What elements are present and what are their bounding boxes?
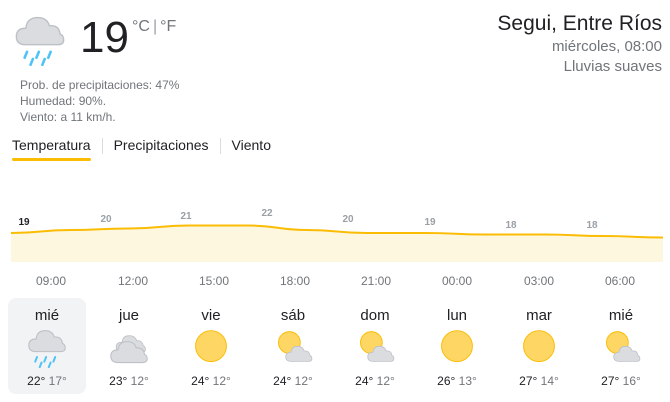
day-name: jue	[118, 307, 140, 324]
tab-temperatura[interactable]: Temperatura	[12, 137, 91, 161]
day-temps: 26° 13°	[418, 374, 496, 388]
temp-label: 21	[180, 211, 192, 222]
high-temp: 24°	[273, 374, 292, 388]
day-temps: 27° 16°	[582, 374, 660, 388]
temperature-chart: 19 20 21 22 20 19 18 18	[10, 208, 664, 262]
rain-cloud-icon	[15, 16, 65, 67]
temp-label: 18	[586, 220, 598, 231]
day-temps: 24° 12°	[336, 374, 414, 388]
partly-cloudy-icon	[606, 331, 641, 362]
celsius-button[interactable]: °C	[132, 18, 150, 35]
day-card[interactable]: mar 27° 14°	[500, 298, 578, 394]
temp-label: 18	[505, 220, 517, 231]
low-temp: 17°	[48, 374, 67, 388]
humidity-text: Humedad: 90%.	[20, 94, 107, 108]
temp-label: 19	[424, 217, 436, 228]
daily-forecast: mié 22° 17° jue 23° 12° vie 24° 12° sáb 24° 12°…	[8, 298, 664, 394]
high-temp: 23°	[109, 374, 128, 388]
low-temp: 12°	[294, 374, 313, 388]
day-name: vie	[201, 307, 221, 324]
high-temp: 26°	[437, 374, 456, 388]
high-temp: 27°	[601, 374, 620, 388]
day-card[interactable]: lun 26° 13°	[418, 298, 496, 394]
day-icon	[519, 328, 559, 368]
tab-viento[interactable]: Viento	[232, 137, 271, 161]
low-temp: 13°	[458, 374, 477, 388]
day-icon	[191, 328, 231, 368]
weather-details: Prob. de precipitaciones: 47% Humedad: 9…	[20, 77, 179, 125]
day-name: lun	[446, 307, 468, 324]
tab-divider	[219, 138, 221, 154]
partly-cloudy-icon	[278, 331, 313, 362]
day-name: sáb	[280, 307, 306, 324]
day-name: mié	[34, 307, 60, 324]
day-icon	[109, 328, 149, 368]
hour-label: 12:00	[117, 274, 149, 288]
cloudy-icon	[110, 335, 148, 364]
partly-cloudy-icon	[360, 331, 395, 362]
day-name: dom	[360, 307, 390, 324]
day-card[interactable]: mié 22° 17°	[8, 298, 86, 394]
unit-separator: |	[152, 18, 158, 35]
high-temp: 24°	[355, 374, 374, 388]
day-card[interactable]: vie 24° 12°	[172, 298, 250, 394]
day-temps: 24° 12°	[254, 374, 332, 388]
hour-label: 15:00	[198, 274, 230, 288]
sun-icon	[441, 330, 473, 363]
current-weather-icon	[14, 14, 70, 67]
day-card[interactable]: mié 27° 16°	[582, 298, 660, 394]
temp-label: 20	[342, 214, 354, 225]
day-temps: 23° 12°	[90, 374, 168, 388]
temp-label: 22	[261, 208, 273, 219]
hour-label: 06:00	[604, 274, 636, 288]
hour-label: 03:00	[523, 274, 555, 288]
high-temp: 24°	[191, 374, 210, 388]
day-icon	[355, 328, 395, 368]
hour-label: 21:00	[360, 274, 392, 288]
day-icon	[273, 328, 313, 368]
location-header: Segui, Entre Ríos miércoles, 08:00 Lluvi…	[497, 11, 662, 77]
high-temp: 27°	[519, 374, 538, 388]
wind-text: Viento: a 11 km/h.	[20, 110, 116, 124]
day-name: mié	[608, 307, 634, 324]
day-icon	[437, 328, 477, 368]
unit-toggle: °C | °F	[132, 18, 176, 36]
low-temp: 16°	[622, 374, 641, 388]
chart-tabs: Temperatura Precipitaciones Viento	[12, 137, 271, 161]
date-time: miércoles, 08:00	[551, 38, 662, 55]
hour-label: 18:00	[279, 274, 311, 288]
tab-precipitaciones[interactable]: Precipitaciones	[114, 137, 209, 161]
day-temps: 27° 14°	[500, 374, 578, 388]
day-icon	[27, 328, 67, 369]
current-temperature: 19	[80, 13, 129, 62]
fahrenheit-button[interactable]: °F	[160, 18, 176, 35]
high-temp: 22°	[27, 374, 46, 388]
low-temp: 12°	[376, 374, 395, 388]
low-temp: 12°	[212, 374, 231, 388]
sun-icon	[195, 330, 227, 363]
temp-label: 19	[18, 217, 30, 228]
low-temp: 14°	[540, 374, 559, 388]
location-name: Segui, Entre Ríos	[497, 12, 662, 35]
precipitation-text: Prob. de precipitaciones: 47%	[20, 78, 180, 92]
day-card[interactable]: jue 23° 12°	[90, 298, 168, 394]
rain-cloud-icon	[28, 330, 66, 369]
hourly-times: 09:00 12:00 15:00 18:00 21:00 00:00 03:00 06:00	[0, 274, 670, 290]
hour-label: 09:00	[35, 274, 67, 288]
day-card[interactable]: sáb 24° 12°	[254, 298, 332, 394]
day-name: mar	[526, 307, 552, 324]
hour-label: 00:00	[441, 274, 473, 288]
condition-text: Lluvias suaves	[563, 58, 662, 75]
temp-label: 20	[100, 214, 112, 225]
day-card[interactable]: dom 24° 12°	[336, 298, 414, 394]
low-temp: 12°	[130, 374, 149, 388]
sun-icon	[523, 330, 555, 363]
day-temps: 22° 17°	[8, 374, 86, 388]
day-temps: 24° 12°	[172, 374, 250, 388]
tab-divider	[101, 138, 103, 154]
day-icon	[601, 328, 641, 368]
